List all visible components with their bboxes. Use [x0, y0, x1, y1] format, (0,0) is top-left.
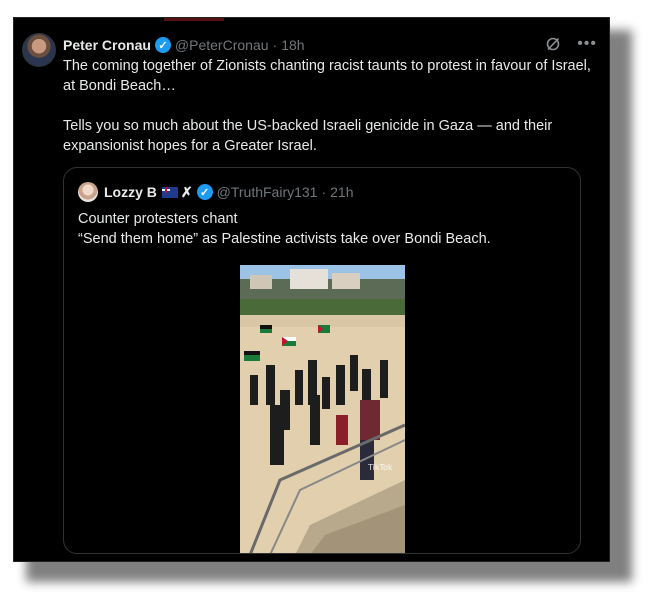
quoted-video-thumbnail[interactable]: TikTok: [240, 265, 405, 553]
author-avatar[interactable]: [22, 33, 56, 67]
tweet-card[interactable]: Peter Cronau ✓ @PeterCronau · 18h ••• Th…: [13, 17, 610, 562]
verified-badge-icon: ✓: [196, 184, 213, 200]
beach-protest-image: [240, 265, 405, 553]
verified-badge-icon: ✓: [154, 37, 171, 53]
quoted-author-name[interactable]: Lozzy B: [104, 184, 157, 200]
quoted-author-avatar[interactable]: [78, 182, 98, 202]
separator-dot: ·: [321, 184, 327, 200]
australian-flag-icon: [161, 186, 178, 198]
quoted-timestamp[interactable]: 21h: [330, 184, 353, 200]
author-name[interactable]: Peter Cronau: [63, 37, 151, 53]
quoted-tweet[interactable]: Lozzy B ✗ ✓ @TruthFairy131 · 21h Counter…: [63, 167, 581, 554]
quoted-tweet-text: Counter protesters chant “Send them home…: [78, 209, 568, 249]
author-handle[interactable]: @PeterCronau: [175, 37, 269, 53]
tweet-text-paragraph-1: The coming together of Zionists chanting…: [63, 58, 591, 94]
quoted-text-line-2: “Send them home” as Palestine activists …: [78, 231, 491, 247]
quoted-text-line-1: Counter protesters chant: [78, 211, 238, 227]
cropped-edge-artifact: [164, 18, 224, 21]
tweet-timestamp[interactable]: 18h: [281, 37, 304, 53]
quoted-tweet-header: Lozzy B ✗ ✓ @TruthFairy131 · 21h: [104, 182, 354, 202]
grok-icon[interactable]: [545, 36, 561, 52]
x-mark-icon: ✗: [180, 183, 193, 200]
header-actions: •••: [545, 35, 597, 53]
more-icon[interactable]: •••: [577, 35, 597, 53]
quoted-author-handle[interactable]: @TruthFairy131: [217, 184, 318, 200]
tweet-header: Peter Cronau ✓ @PeterCronau · 18h •••: [63, 35, 597, 55]
video-watermark: TikTok: [368, 463, 393, 472]
tweet-text-paragraph-2: Tells you so much about the US-backed Is…: [63, 118, 553, 154]
separator-dot: ·: [272, 37, 278, 53]
